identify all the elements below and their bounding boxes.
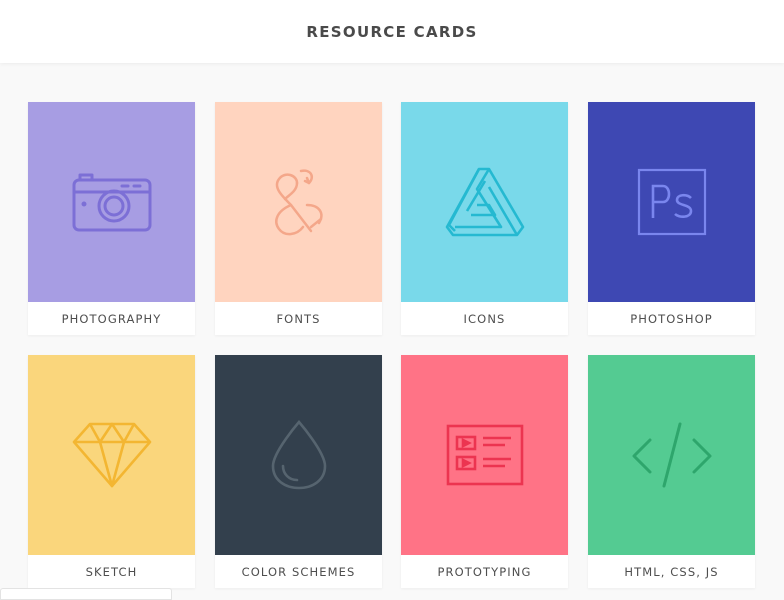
card-prototyping[interactable]: PROTOTYPING xyxy=(401,355,568,588)
card-label: PROTOTYPING xyxy=(437,565,532,579)
droplet-icon xyxy=(271,420,326,490)
card-art xyxy=(28,102,195,302)
page-title: RESOURCE CARDS xyxy=(306,22,478,41)
bottom-tab xyxy=(0,588,172,600)
camera-icon xyxy=(72,173,151,232)
card-label: PHOTOGRAPHY xyxy=(61,312,162,326)
card-art xyxy=(588,355,755,555)
ampersand-icon xyxy=(274,169,323,236)
card-art xyxy=(215,102,382,302)
card-label: FONTS xyxy=(276,312,321,326)
card-label: PHOTOSHOP xyxy=(630,312,713,326)
diamond-icon xyxy=(72,422,151,488)
card-fonts[interactable]: FONTS xyxy=(215,102,382,335)
page-header: RESOURCE CARDS xyxy=(0,0,784,63)
wireframe-icon xyxy=(446,424,523,486)
card-label: SKETCH xyxy=(85,565,138,579)
photoshop-icon xyxy=(637,168,706,236)
code-icon xyxy=(632,422,711,488)
card-art xyxy=(588,102,755,302)
card-photography[interactable]: PHOTOGRAPHY xyxy=(28,102,195,335)
penrose-triangle-icon xyxy=(445,167,524,237)
card-label: ICONS xyxy=(463,312,506,326)
card-icons[interactable]: ICONS xyxy=(401,102,568,335)
card-art xyxy=(401,102,568,302)
card-color-schemes[interactable]: COLOR SCHEMES xyxy=(215,355,382,588)
card-art xyxy=(401,355,568,555)
card-art xyxy=(28,355,195,555)
card-sketch[interactable]: SKETCH xyxy=(28,355,195,588)
card-label: COLOR SCHEMES xyxy=(241,565,356,579)
card-art xyxy=(215,355,382,555)
card-label: HTML, CSS, JS xyxy=(624,565,719,579)
card-html-css-js[interactable]: HTML, CSS, JS xyxy=(588,355,755,588)
card-photoshop[interactable]: PHOTOSHOP xyxy=(588,102,755,335)
